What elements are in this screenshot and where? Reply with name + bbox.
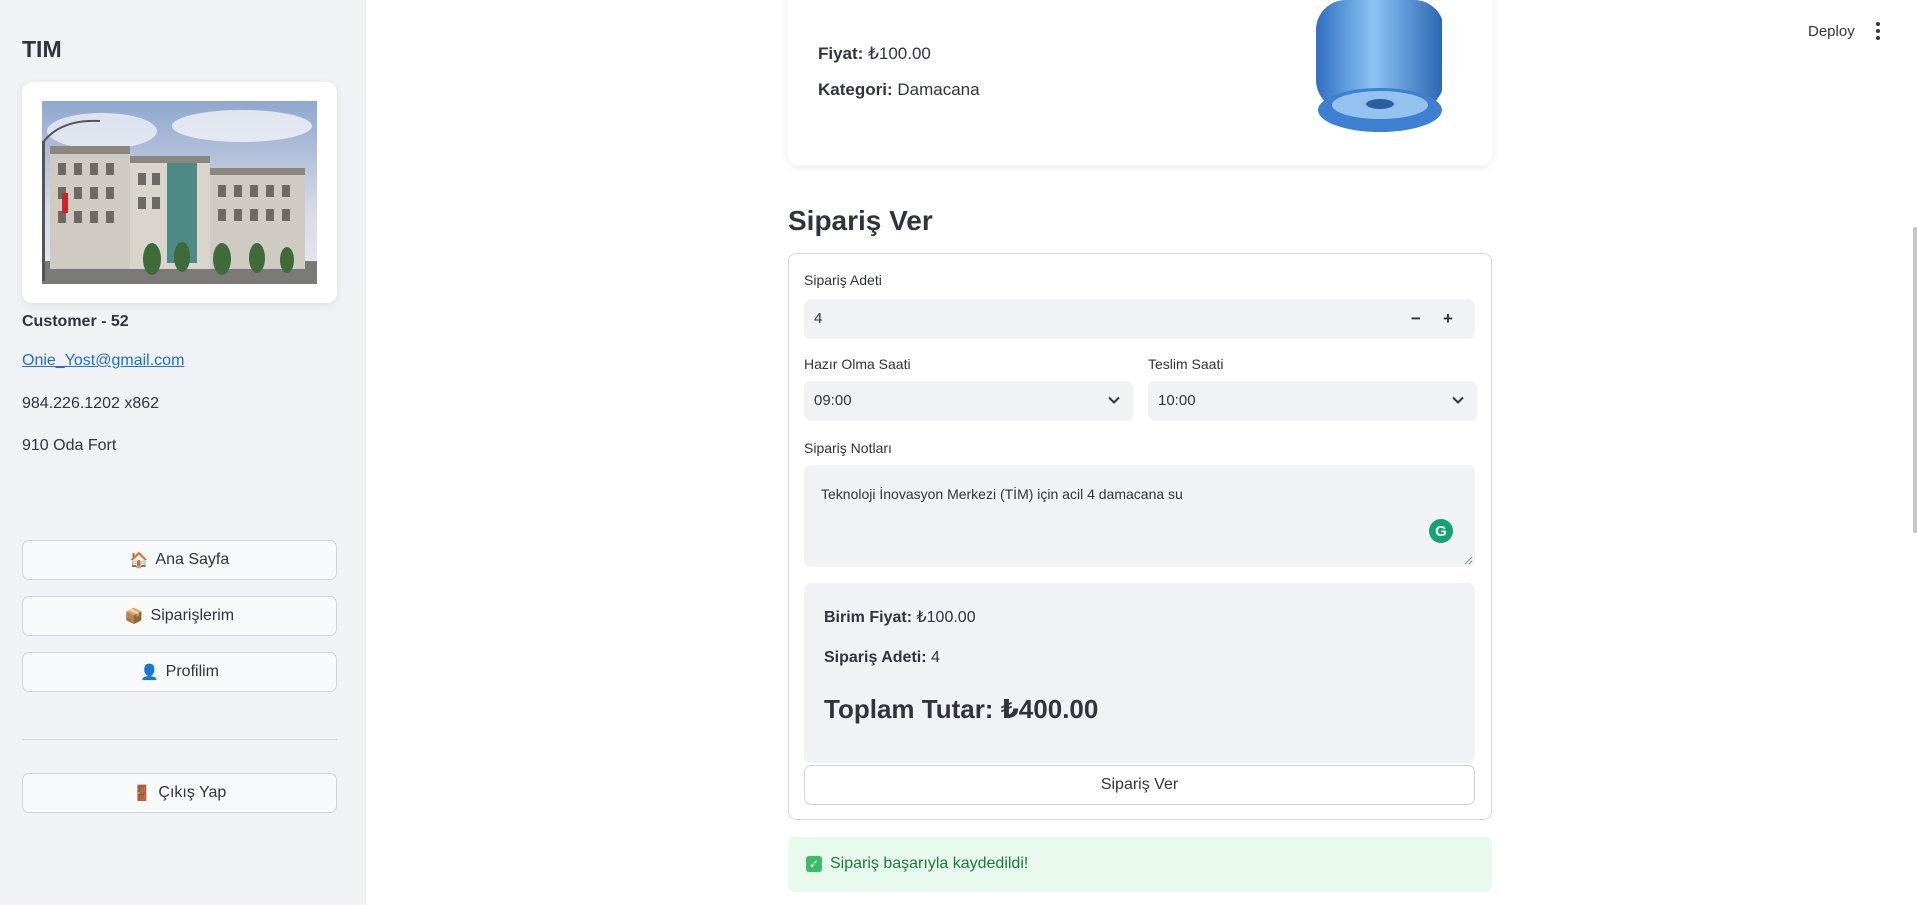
summary-quantity-row: Sipariş Adeti: 4: [824, 649, 940, 667]
nav-orders-label: Siparişlerim: [150, 607, 235, 624]
unit-price-label: Birim Fiyat:: [824, 609, 913, 626]
nav-profile-label: Profilim: [165, 663, 220, 680]
sidebar-brand: TIM: [22, 36, 62, 62]
summary-quantity-value: 4: [931, 649, 940, 666]
customer-name: Customer - 52: [22, 313, 129, 330]
summary-quantity-label: Sipariş Adeti:: [824, 649, 927, 666]
chevron-down-icon: [1108, 396, 1120, 404]
product-price: Fiyat: ₺100.00: [818, 44, 931, 64]
logout-label: Çıkış Yap: [158, 784, 227, 801]
user-icon: 👤: [139, 664, 159, 681]
kebab-menu-icon[interactable]: [1872, 20, 1884, 42]
quantity-stepper[interactable]: 4 − +: [804, 299, 1475, 339]
check-icon: ✓: [806, 856, 822, 872]
success-message: Sipariş başarıyla kaydedildi!: [830, 855, 1029, 872]
chevron-down-icon: [1452, 396, 1464, 404]
deploy-button[interactable]: Deploy: [1808, 23, 1855, 40]
category-label: Kategori:: [818, 80, 893, 99]
customer-phone: 984.226.1202 x862: [22, 395, 160, 412]
ready-time-value: 09:00: [814, 392, 852, 409]
sidebar: TIM Customer - 52 Onie_Yost@gmail.com 98…: [0, 0, 366, 905]
resize-handle-icon[interactable]: [1464, 556, 1473, 565]
unit-price-row: Birim Fiyat: ₺100.00: [824, 607, 976, 627]
logout-button[interactable]: 🚪 Çıkış Yap: [22, 773, 337, 813]
building-photo: [42, 101, 317, 284]
total-amount: Toplam Tutar: ₺400.00: [824, 694, 1098, 725]
submit-order-button[interactable]: Sipariş Ver: [804, 765, 1475, 805]
order-notes-textarea[interactable]: Teknoloji İnovasyon Merkezi (TİM) için a…: [804, 465, 1475, 567]
nav-orders-button[interactable]: 📦 Siparişlerim: [22, 596, 337, 636]
success-alert: ✓ Sipariş başarıyla kaydedildi!: [788, 837, 1492, 892]
total-value: ₺400.00: [1000, 694, 1099, 724]
delivery-time-label: Teslim Saati: [1148, 356, 1224, 372]
order-section-title: Sipariş Ver: [788, 205, 933, 236]
home-icon: 🏠: [129, 552, 149, 569]
ready-time-select[interactable]: 09:00: [804, 381, 1133, 421]
notes-label: Sipariş Notları: [804, 440, 892, 456]
building-photo-card: [22, 82, 337, 303]
order-form: Sipariş Adeti 4 − + Hazır Olma Saati 09:…: [788, 253, 1492, 820]
decrement-icon[interactable]: −: [1401, 304, 1431, 334]
product-category: Kategori: Damacana: [818, 80, 980, 100]
quantity-value[interactable]: 4: [814, 310, 822, 327]
nav-home-label: Ana Sayfa: [155, 551, 230, 568]
water-jug-image: [1302, 0, 1444, 135]
product-card: Fiyat: ₺100.00 Kategori: Damacana: [788, 0, 1492, 165]
order-summary: Birim Fiyat: ₺100.00 Sipariş Adeti: 4 To…: [804, 583, 1475, 763]
customer-email-link[interactable]: Onie_Yost@gmail.com: [22, 352, 184, 370]
nav-profile-button[interactable]: 👤 Profilim: [22, 652, 337, 692]
ready-time-label: Hazır Olma Saati: [804, 356, 911, 372]
unit-price-value: ₺100.00: [916, 609, 976, 626]
total-label: Toplam Tutar:: [824, 694, 994, 724]
customer-address: 910 Oda Fort: [22, 437, 117, 454]
increment-icon[interactable]: +: [1433, 304, 1463, 334]
category-value: Damacana: [897, 80, 980, 99]
grammarly-icon[interactable]: G: [1429, 519, 1453, 543]
quantity-label: Sipariş Adeti: [804, 272, 882, 288]
order-notes-value: Teknoloji İnovasyon Merkezi (TİM) için a…: [821, 486, 1183, 502]
price-value: ₺100.00: [868, 44, 931, 63]
price-label: Fiyat:: [818, 44, 864, 63]
delivery-time-value: 10:00: [1158, 392, 1196, 409]
nav-home-button[interactable]: 🏠 Ana Sayfa: [22, 540, 337, 580]
door-icon: 🚪: [132, 785, 152, 802]
page-scrollbar[interactable]: [1913, 227, 1917, 533]
delivery-time-select[interactable]: 10:00: [1148, 381, 1477, 421]
sidebar-divider: [22, 739, 337, 740]
package-icon: 📦: [124, 608, 144, 625]
